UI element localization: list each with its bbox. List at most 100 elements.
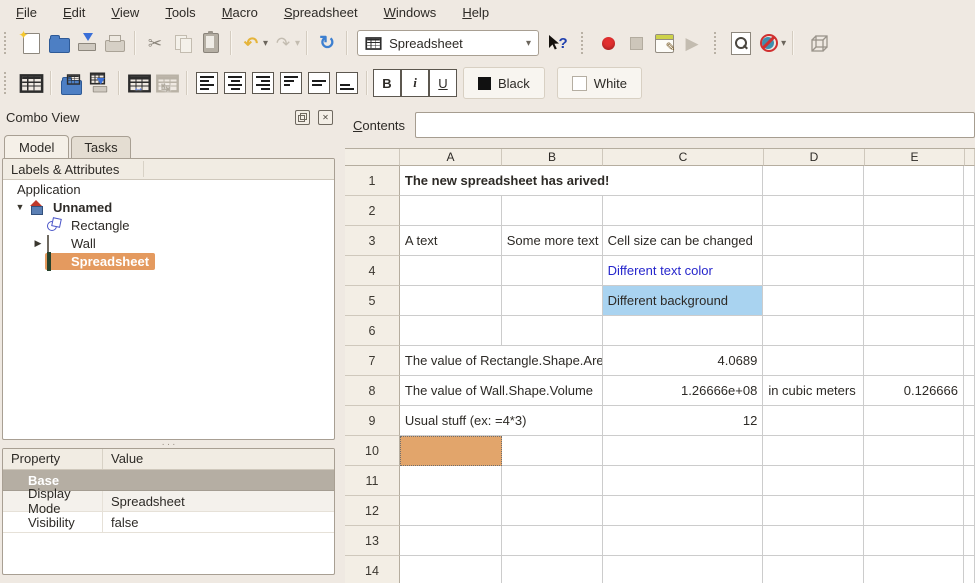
cell-E2[interactable] [864, 196, 964, 226]
cell-D14[interactable] [763, 556, 864, 583]
align-bottom-button[interactable] [333, 69, 361, 97]
toolbar-drag-handle[interactable] [4, 72, 13, 94]
align-vcenter-button[interactable] [305, 69, 333, 97]
save-document-button[interactable] [73, 29, 101, 57]
column-header-A[interactable]: A [400, 149, 502, 166]
row-header-11[interactable]: 11 [345, 466, 400, 496]
cell-E6[interactable] [864, 316, 964, 346]
cell-F6[interactable] [964, 316, 975, 346]
cell-A8[interactable]: The value of Wall.Shape.Volume [400, 376, 603, 406]
cell-E4[interactable] [864, 256, 964, 286]
cell-D12[interactable] [763, 496, 864, 526]
menu-file[interactable]: File [4, 2, 49, 23]
cell-D9[interactable] [763, 406, 864, 436]
cell-D3[interactable] [763, 226, 864, 256]
draw-style-button[interactable] [755, 29, 783, 57]
cell-A7[interactable]: The value of Rectangle.Shape.Area [400, 346, 603, 376]
cell-C11[interactable] [603, 466, 764, 496]
cell-F14[interactable] [964, 556, 975, 583]
macro-stop-button[interactable] [622, 29, 650, 57]
cell-A6[interactable] [400, 316, 502, 346]
tree-item-rectangle[interactable]: Rectangle [3, 216, 334, 234]
cell-F12[interactable] [964, 496, 975, 526]
menu-spreadsheet[interactable]: Spreadsheet [272, 2, 370, 23]
row-header-4[interactable]: 4 [345, 256, 400, 286]
column-header-D[interactable]: D [764, 149, 865, 166]
cell-B12[interactable] [502, 496, 603, 526]
cell-C10[interactable] [603, 436, 764, 466]
cell-B10[interactable] [502, 436, 603, 466]
expander-open-icon[interactable]: ▼ [13, 202, 27, 212]
cell-F3[interactable] [964, 226, 975, 256]
cell-A2[interactable] [400, 196, 502, 226]
column-header-f[interactable] [965, 149, 975, 166]
align-right-button[interactable] [249, 69, 277, 97]
row-header-13[interactable]: 13 [345, 526, 400, 556]
cell-A9[interactable]: Usual stuff (ex: =4*3) [400, 406, 603, 436]
macro-execute-button[interactable]: ▶ [678, 29, 706, 57]
row-header-14[interactable]: 14 [345, 556, 400, 583]
cell-A4[interactable] [400, 256, 502, 286]
row-header-10[interactable]: 10 [345, 436, 400, 466]
tree-item-spreadsheet[interactable]: Spreadsheet [3, 252, 334, 270]
cell-B4[interactable] [502, 256, 603, 286]
cell-B13[interactable] [502, 526, 603, 556]
cell-F13[interactable] [964, 526, 975, 556]
cell-D13[interactable] [763, 526, 864, 556]
panel-splitter[interactable]: ··· [0, 440, 339, 448]
bold-button[interactable]: B [373, 69, 401, 97]
cell-E8[interactable]: 0.126666 [864, 376, 964, 406]
cut-button[interactable]: ✂ [141, 29, 169, 57]
cell-B5[interactable] [502, 286, 603, 316]
cell-D2[interactable] [763, 196, 864, 226]
cell-F8[interactable] [964, 376, 975, 406]
cell-C9[interactable]: 12 [603, 406, 764, 436]
cell-C2[interactable] [603, 196, 764, 226]
background-color-button[interactable]: White [557, 67, 642, 99]
column-header-C[interactable]: C [603, 149, 764, 166]
float-panel-button[interactable] [295, 110, 310, 125]
cell-F4[interactable] [964, 256, 975, 286]
cell-A3[interactable]: A text [400, 226, 502, 256]
cell-B11[interactable] [502, 466, 603, 496]
tree-item-application[interactable]: Application [3, 180, 334, 198]
align-center-button[interactable] [221, 69, 249, 97]
cell-D5[interactable] [763, 286, 864, 316]
import-spreadsheet-button[interactable] [57, 69, 85, 97]
cell-D1[interactable] [763, 166, 864, 196]
undo-button[interactable]: ↶ [237, 29, 265, 57]
cell-D8[interactable]: in cubic meters [763, 376, 864, 406]
row-header-2[interactable]: 2 [345, 196, 400, 226]
workbench-selector[interactable]: Spreadsheet ▾ [357, 30, 539, 56]
cell-F1[interactable] [964, 166, 975, 196]
cell-A13[interactable] [400, 526, 502, 556]
isometric-view-button[interactable] [805, 29, 833, 57]
toolbar-drag-handle[interactable] [4, 32, 13, 54]
cell-A12[interactable] [400, 496, 502, 526]
cell-A14[interactable] [400, 556, 502, 583]
tree-header[interactable]: Labels & Attributes [3, 159, 334, 180]
cell-A5[interactable] [400, 286, 502, 316]
underline-button[interactable]: U [429, 69, 457, 97]
cell-A1[interactable]: The new spreadsheet has arived! [400, 166, 763, 196]
menu-macro[interactable]: Macro [210, 2, 270, 23]
row-header-9[interactable]: 9 [345, 406, 400, 436]
cell-E11[interactable] [864, 466, 964, 496]
paste-button[interactable] [197, 29, 225, 57]
cell-E5[interactable] [864, 286, 964, 316]
cell-C8[interactable]: 1.26666e+08 [603, 376, 764, 406]
cell-F5[interactable] [964, 286, 975, 316]
menu-edit[interactable]: Edit [51, 2, 97, 23]
new-document-button[interactable]: ✦ [17, 29, 45, 57]
cell-C14[interactable] [603, 556, 764, 583]
tree-item-unnamed[interactable]: ▼Unnamed [3, 198, 334, 216]
cell-C13[interactable] [603, 526, 764, 556]
tree-item-wall[interactable]: ▶Wall [3, 234, 334, 252]
cell-E7[interactable] [864, 346, 964, 376]
cell-E3[interactable] [864, 226, 964, 256]
create-spreadsheet-button[interactable] [17, 69, 45, 97]
cell-F11[interactable] [964, 466, 975, 496]
row-header-12[interactable]: 12 [345, 496, 400, 526]
property-value[interactable]: Spreadsheet [103, 494, 334, 509]
cell-D10[interactable] [763, 436, 864, 466]
